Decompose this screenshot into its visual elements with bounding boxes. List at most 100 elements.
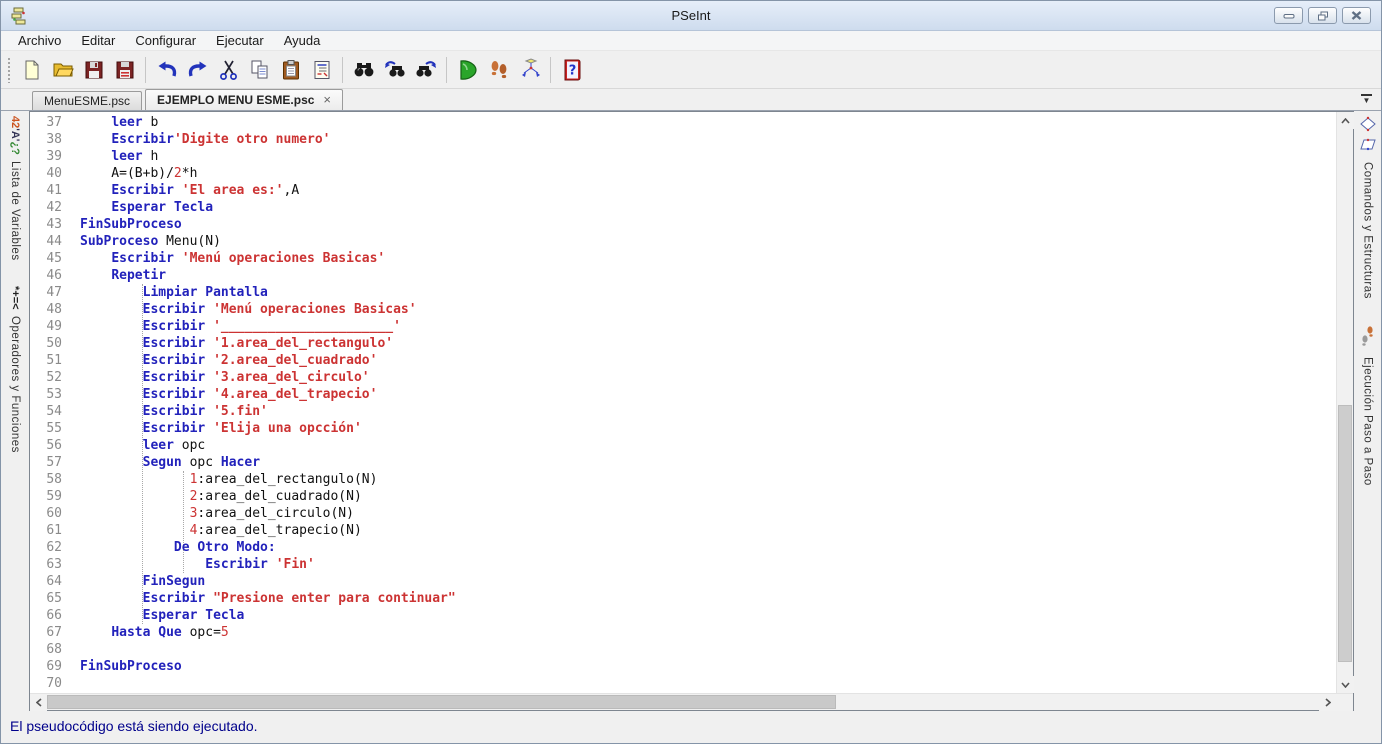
run-button[interactable] xyxy=(452,54,483,85)
code-line[interactable]: 45 Escribir 'Menú operaciones Basicas' xyxy=(30,250,1336,267)
vertical-scroll-thumb[interactable] xyxy=(1338,405,1352,663)
vertical-scroll-track[interactable] xyxy=(1337,129,1353,676)
tab-ejemplo-menu-esme[interactable]: EJEMPLO MENU ESME.psc × xyxy=(145,89,344,110)
menu-ejecutar[interactable]: Ejecutar xyxy=(206,31,274,50)
code-text: leer h xyxy=(111,149,159,164)
code-text: 4:area_del_trapecio(N) xyxy=(189,523,362,538)
close-button[interactable] xyxy=(1342,7,1371,24)
variables-panel-tab[interactable]: 42'A'¿? Lista de Variables xyxy=(9,116,21,260)
step-execution-panel-label: Ejecución Paso a Paso xyxy=(1361,356,1374,486)
find-previous-icon xyxy=(384,60,405,77)
open-file-icon xyxy=(53,63,74,76)
code-line[interactable]: 47 Limpiar Pantalla xyxy=(30,284,1336,301)
editor-frame: 37 leer b 38 Escribir'Digite otro numero'… xyxy=(29,111,1354,711)
code-line[interactable]: 57 Segun opc Hacer xyxy=(30,454,1336,471)
code-line[interactable]: 65 Escribir "Presione enter para continu… xyxy=(30,590,1336,607)
code-line[interactable]: 50 Escribir '1.area_del_rectangulo' xyxy=(30,335,1336,352)
new-file-button[interactable] xyxy=(16,54,47,85)
open-file-button[interactable] xyxy=(47,54,78,85)
menu-archivo[interactable]: Archivo xyxy=(8,31,71,50)
horizontal-scroll-track[interactable] xyxy=(47,694,1319,710)
code-line[interactable]: 63 Escribir 'Fin' xyxy=(30,556,1336,573)
code-line[interactable]: 59 2:area_del_cuadrado(N) xyxy=(30,488,1336,505)
commands-panel-label: Comandos y Estructuras xyxy=(1361,162,1374,299)
draw-flowchart-button[interactable] xyxy=(514,54,545,85)
find-next-button[interactable] xyxy=(410,54,441,85)
toolbar-grip[interactable] xyxy=(7,56,11,83)
format-code-button[interactable] xyxy=(306,54,337,85)
help-icon: ? xyxy=(564,59,580,80)
horizontal-scroll-thumb[interactable] xyxy=(47,695,836,709)
step-execution-panel-tab[interactable]: Ejecución Paso a Paso xyxy=(1359,325,1377,486)
code-text: Escribir 'Elija una opcción' xyxy=(142,421,362,436)
code-line[interactable]: 52 Escribir '3.area_del_circulo' xyxy=(30,369,1336,386)
code-line[interactable]: 62 De Otro Modo: xyxy=(30,539,1336,556)
menu-ayuda[interactable]: Ayuda xyxy=(274,31,331,50)
line-number: 70 xyxy=(46,676,62,691)
code-line[interactable]: 54 Escribir '5.fin' xyxy=(30,403,1336,420)
code-line[interactable]: 64 FinSegun xyxy=(30,573,1336,590)
undo-button[interactable] xyxy=(151,54,182,85)
menu-editar[interactable]: Editar xyxy=(71,31,125,50)
run-step-by-step-button[interactable] xyxy=(483,54,514,85)
cut-button[interactable] xyxy=(213,54,244,85)
code-line[interactable]: 38 Escribir'Digite otro numero' xyxy=(30,131,1336,148)
commands-panel-tab[interactable]: Comandos y Estructuras xyxy=(1359,116,1377,299)
code-line[interactable]: 70 xyxy=(30,675,1336,692)
find-button[interactable] xyxy=(348,54,379,85)
minimize-button[interactable] xyxy=(1274,7,1303,24)
code-line[interactable]: 48 Escribir 'Menú operaciones Basicas' xyxy=(30,301,1336,318)
code-line[interactable]: 68 xyxy=(30,641,1336,658)
code-line[interactable]: 55 Escribir 'Elija una opcción' xyxy=(30,420,1336,437)
save-all-button[interactable] xyxy=(109,54,140,85)
code-line[interactable]: 66 Esperar Tecla xyxy=(30,607,1336,624)
horizontal-scrollbar[interactable] xyxy=(30,693,1353,711)
code-line[interactable]: 37 leer b xyxy=(30,114,1336,131)
code-line[interactable]: 58 1:area_del_rectangulo(N) xyxy=(30,471,1336,488)
scroll-down-button[interactable] xyxy=(1337,676,1354,693)
code-line[interactable]: 39 leer h xyxy=(30,148,1336,165)
operators-panel-tab[interactable]: *+=< Operadores y Funciones xyxy=(9,286,21,453)
flowchart-shapes-icon xyxy=(1359,116,1376,151)
code-text: Repetir xyxy=(111,268,167,283)
code-line[interactable]: 51 Escribir '2.area_del_cuadrado' xyxy=(30,352,1336,369)
code-line[interactable]: 56 leer opc xyxy=(30,437,1336,454)
code-text: De Otro Modo: xyxy=(173,540,276,555)
code-line[interactable]: 44 SubProceso Menu(N) xyxy=(30,233,1336,250)
code-line[interactable]: 43 FinSubProceso xyxy=(30,216,1336,233)
code-line[interactable]: 40 A=(B+b)/2*h xyxy=(30,165,1336,182)
menu-configurar[interactable]: Configurar xyxy=(125,31,206,50)
redo-button[interactable] xyxy=(182,54,213,85)
code-line[interactable]: 41 Escribir 'El area es:',A xyxy=(30,182,1336,199)
code-editor[interactable]: 37 leer b 38 Escribir'Digite otro numero'… xyxy=(30,112,1336,693)
save-file-button[interactable] xyxy=(78,54,109,85)
line-number: 53 xyxy=(46,387,62,402)
code-line[interactable]: 46 Repetir xyxy=(30,267,1336,284)
scroll-up-button[interactable] xyxy=(1337,112,1354,129)
copy-button[interactable] xyxy=(244,54,275,85)
vertical-scrollbar[interactable] xyxy=(1336,112,1354,693)
scroll-right-button[interactable] xyxy=(1319,694,1336,711)
code-line[interactable]: 69 FinSubProceso xyxy=(30,658,1336,675)
scroll-left-button[interactable] xyxy=(30,694,47,711)
code-line[interactable]: 60 3:area_del_circulo(N) xyxy=(30,505,1336,522)
code-line[interactable]: 61 4:area_del_trapecio(N) xyxy=(30,522,1336,539)
paste-button[interactable] xyxy=(275,54,306,85)
line-number: 50 xyxy=(46,336,62,351)
find-previous-button[interactable] xyxy=(379,54,410,85)
help-button[interactable]: ? xyxy=(556,54,587,85)
code-line[interactable]: 49 Escribir '______________________' xyxy=(30,318,1336,335)
paste-icon xyxy=(282,59,299,79)
minimize-icon xyxy=(1283,13,1294,18)
restore-button[interactable] xyxy=(1308,7,1337,24)
pseint-window: PSeInt Archivo Editar Configurar Ejecuta… xyxy=(0,0,1382,744)
line-number: 54 xyxy=(46,404,62,419)
tab-list-dropdown-icon[interactable]: ▼ xyxy=(1361,94,1372,105)
code-line[interactable]: 53 Escribir '4.area_del_trapecio' xyxy=(30,386,1336,403)
code-line[interactable]: 42 Esperar Tecla xyxy=(30,199,1336,216)
toolbar: ? xyxy=(1,51,1381,89)
line-number: 46 xyxy=(46,268,62,283)
code-line[interactable]: 67 Hasta Que opc=5 xyxy=(30,624,1336,641)
tab-menuesme[interactable]: MenuESME.psc xyxy=(32,91,143,110)
tab-close-icon[interactable]: × xyxy=(323,93,331,106)
